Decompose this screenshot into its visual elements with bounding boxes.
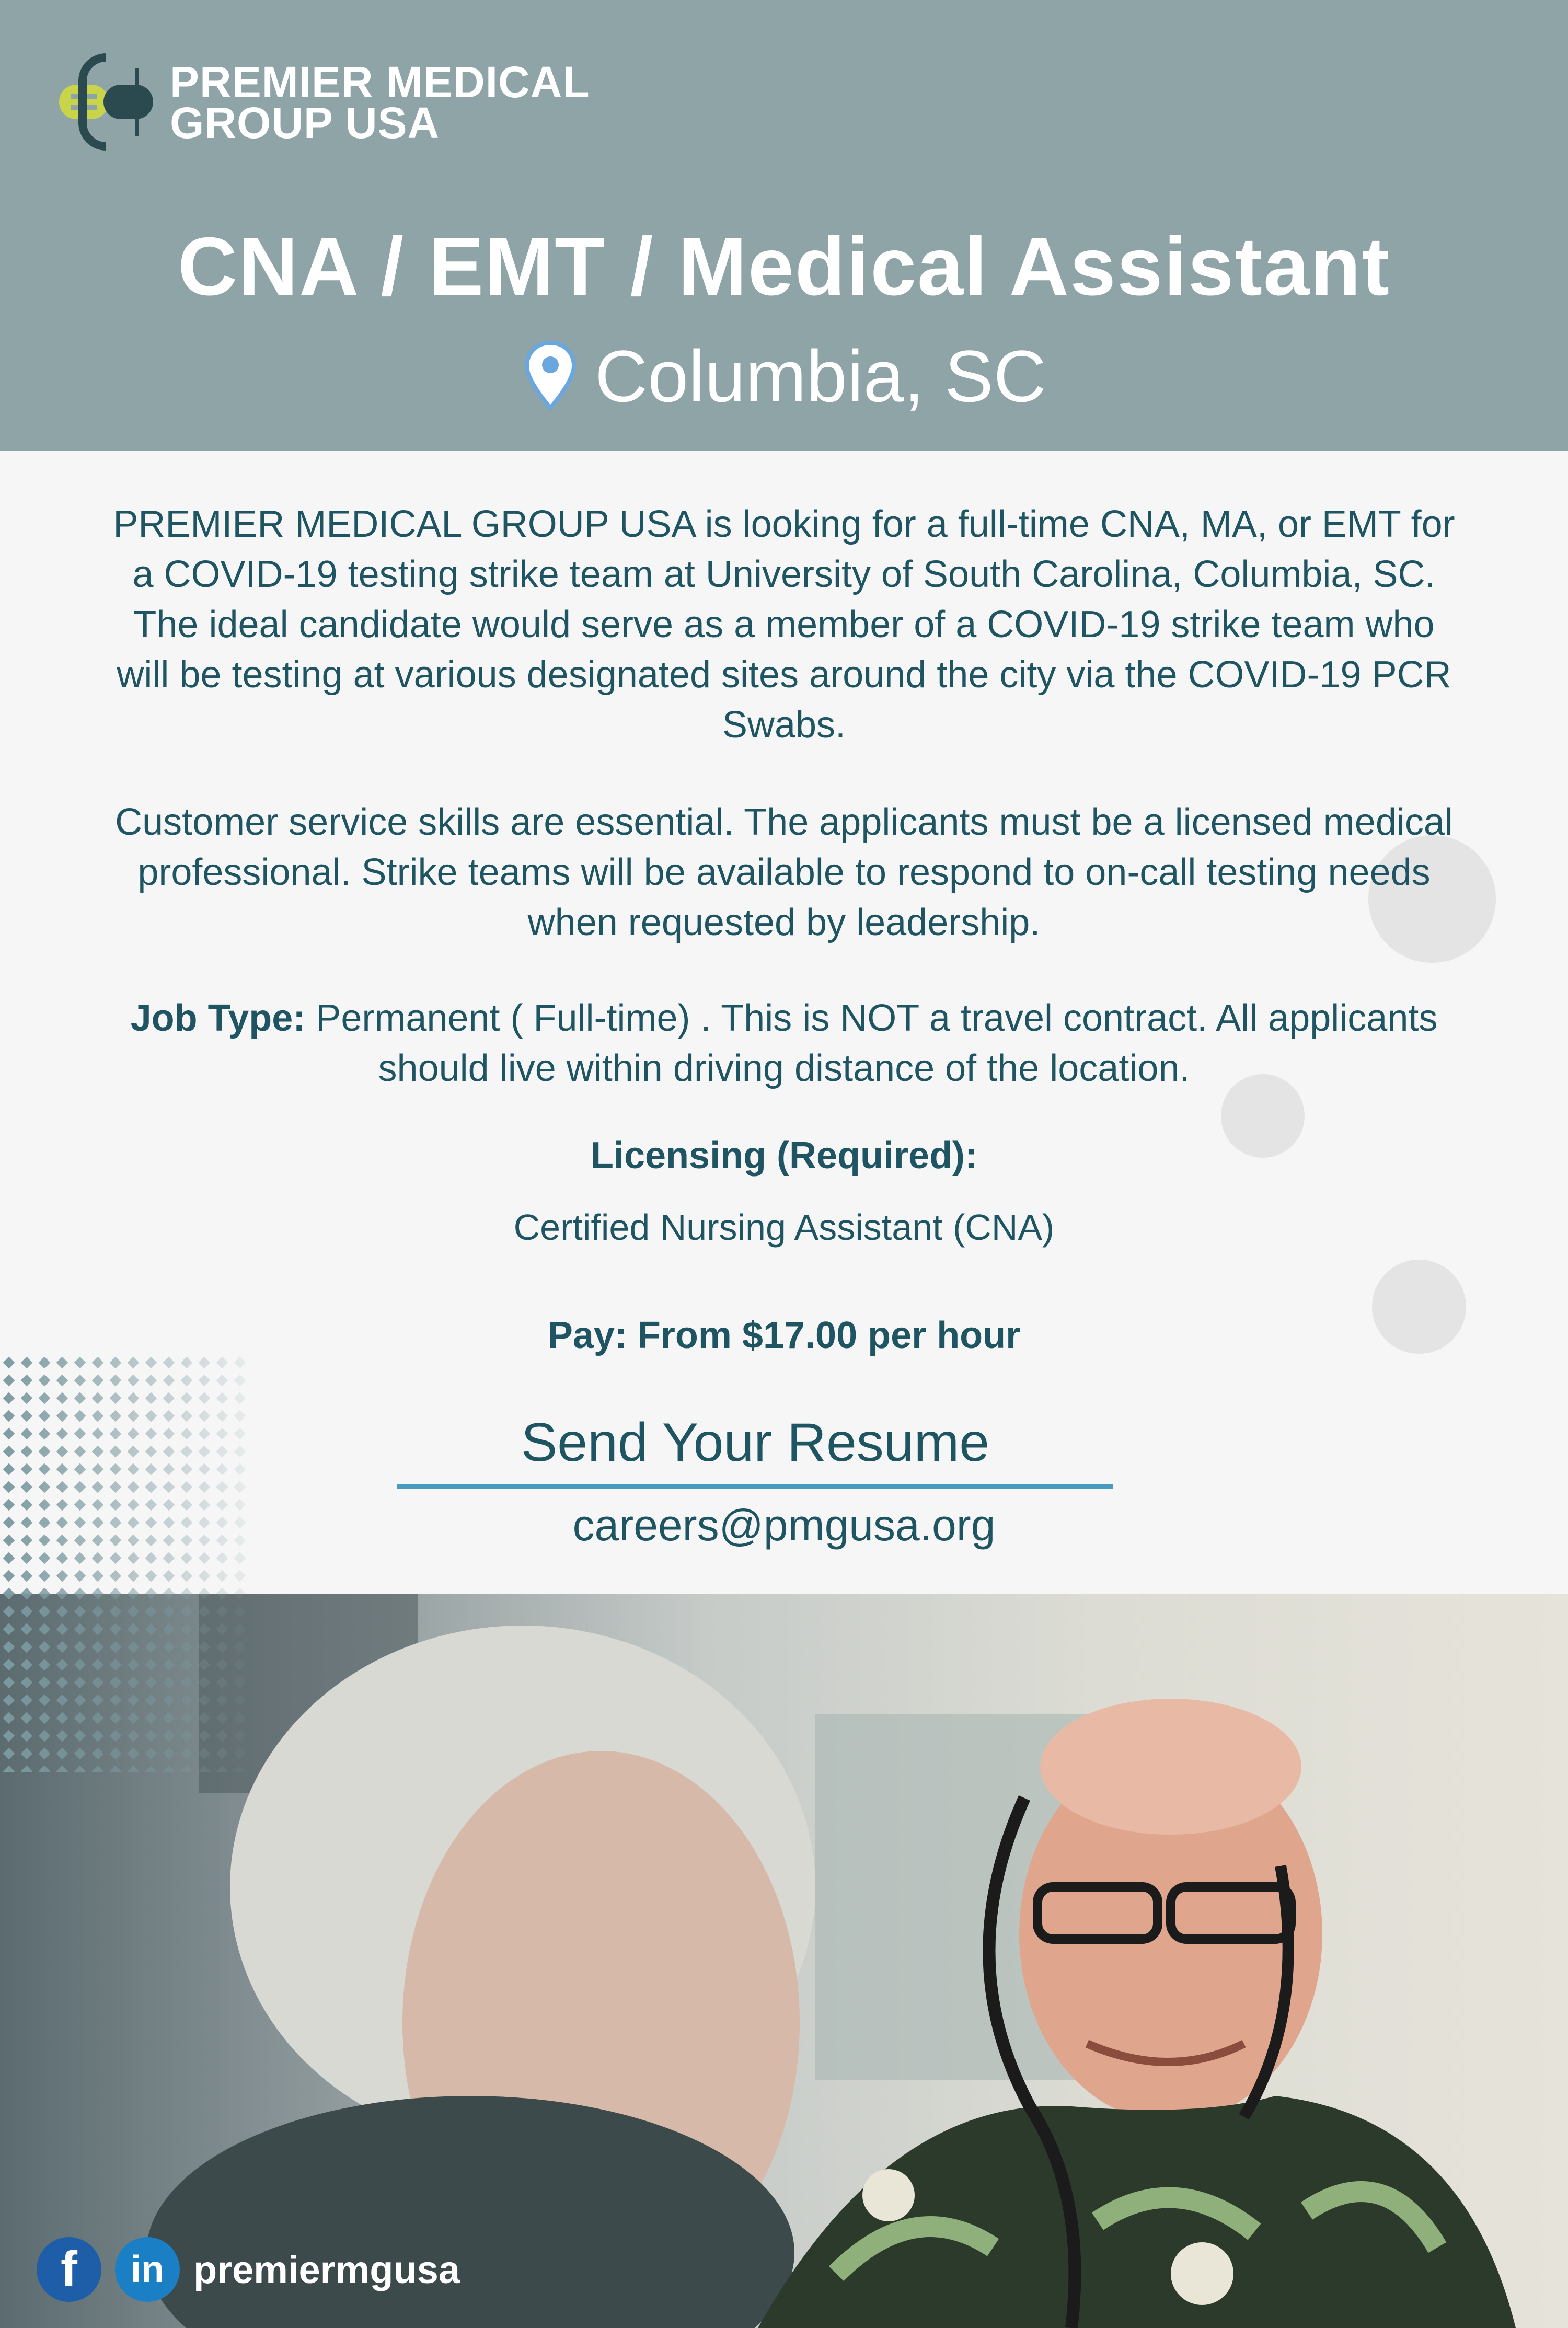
brand-line-1: PREMIER MEDICAL <box>170 57 590 107</box>
send-resume-heading: Send Your Resume <box>397 1411 1113 1489</box>
job-type-label: Job Type: <box>130 997 306 1039</box>
job-title: CNA / EMT / Medical Assistant <box>177 221 1391 313</box>
facebook-icon[interactable]: f <box>37 2237 101 2302</box>
premier-medical-logo <box>59 53 153 151</box>
map-pin-icon <box>525 340 577 411</box>
licensing-value: Certified Nursing Assistant (CNA) <box>513 1207 1055 1248</box>
linkedin-icon[interactable]: in <box>115 2237 180 2302</box>
pay-rate: Pay: From $17.00 per hour <box>547 1315 1021 1356</box>
header-banner: PREMIER MEDICAL GROUP USA CNA / EMT / Me… <box>0 0 1568 451</box>
dot-pattern-decoration <box>0 1354 251 1772</box>
licensing-heading: Licensing (Required): <box>590 1135 978 1177</box>
social-handle: premiermgusa <box>193 2248 460 2291</box>
job-type-text: Permanent ( Full-time) . This is NOT a t… <box>316 997 1438 1089</box>
description-paragraph-2: Customer service skills are essential. T… <box>115 801 1453 943</box>
job-type-paragraph: Job Type: Permanent ( Full-time) . This … <box>110 993 1458 1093</box>
description-paragraph-1: PREMIER MEDICAL GROUP USA is looking for… <box>113 503 1455 746</box>
brand-name: PREMIER MEDICAL GROUP USA <box>170 57 590 147</box>
job-location: Columbia, SC <box>0 335 1568 418</box>
location-text: Columbia, SC <box>595 335 1046 417</box>
brand-line-2: GROUP USA <box>170 98 440 147</box>
job-flyer: PREMIER MEDICAL GROUP USA CNA / EMT / Me… <box>0 0 1568 2328</box>
